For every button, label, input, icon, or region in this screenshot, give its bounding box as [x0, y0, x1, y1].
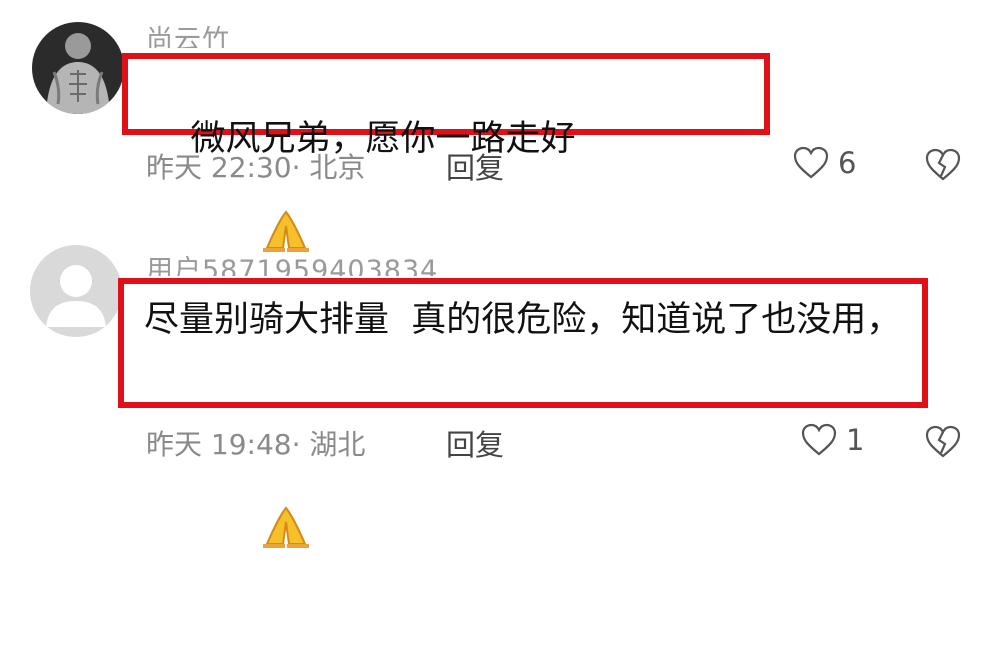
comment-text: 尽量别骑大排量 真的很危险，知道说了也没用， — [144, 300, 902, 340]
avatar[interactable] — [32, 22, 124, 114]
like-button[interactable]: 6 — [792, 146, 856, 180]
reply-button[interactable]: 回复 — [446, 422, 504, 464]
comment-username[interactable]: 用户5871959403834 — [146, 248, 491, 276]
avatar[interactable] — [30, 245, 122, 337]
folded-hands-icon — [195, 458, 312, 606]
dislike-button[interactable] — [924, 425, 962, 463]
broken-heart-icon — [925, 148, 961, 181]
comment-username[interactable]: 尚云竹 — [146, 18, 230, 48]
like-count: 1 — [846, 423, 865, 457]
comment-meta: 昨天 22:30· 北京 — [146, 151, 366, 184]
reply-button[interactable]: 回复 — [446, 145, 504, 187]
comment-meta: 昨天 19:48· 湖北 — [146, 428, 366, 461]
comment-item: 尚云竹 微风兄弟，愿你一路走好 昨天 22:30· 北京 回复 6 — [0, 0, 1000, 548]
comment-item: 用户5871959403834 尽量别骑大排量 真的很危险，知道说了也没用， 昨… — [0, 230, 1000, 475]
heart-icon — [801, 423, 837, 456]
like-button[interactable]: 1 — [800, 423, 864, 457]
dislike-button[interactable] — [924, 148, 962, 186]
like-count: 6 — [838, 146, 857, 180]
broken-heart-icon — [925, 425, 961, 458]
avatar-photo — [32, 22, 124, 114]
heart-icon — [793, 146, 829, 179]
default-avatar-icon — [30, 245, 122, 337]
